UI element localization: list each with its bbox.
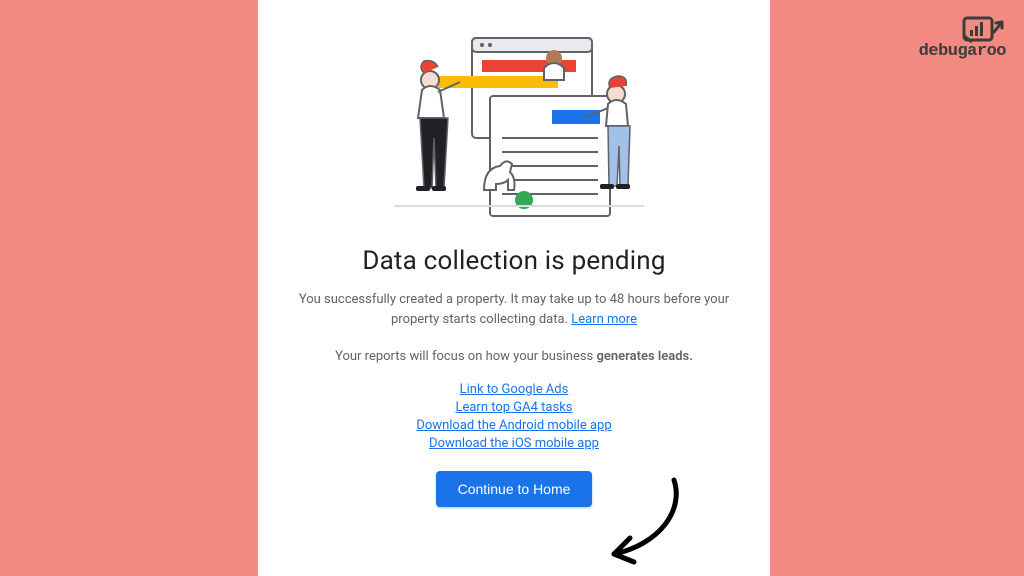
learn-more-link[interactable]: Learn more xyxy=(571,312,637,327)
description-text: You successfully created a property. It … xyxy=(284,290,744,329)
report-focus-bold: generates leads. xyxy=(597,349,693,364)
brand-watermark: debugaroo xyxy=(886,14,1006,66)
continue-to-home-button[interactable]: Continue to Home xyxy=(436,471,593,507)
brand-name: debugaroo xyxy=(919,42,1006,61)
link-ga4-tasks[interactable]: Learn top GA4 tasks xyxy=(455,400,572,415)
link-google-ads[interactable]: Link to Google Ads xyxy=(460,382,569,397)
brand-logo-icon xyxy=(962,14,1006,44)
report-focus-before: Your reports will focus on how your busi… xyxy=(335,349,596,364)
content-panel: Data collection is pending You successfu… xyxy=(258,0,770,576)
link-ios-app[interactable]: Download the iOS mobile app xyxy=(429,436,599,451)
description-body: You successfully created a property. It … xyxy=(299,292,729,327)
illustration-people-documents xyxy=(364,28,664,238)
helpful-links: Link to Google Ads Learn top GA4 tasks D… xyxy=(416,382,611,451)
link-android-app[interactable]: Download the Android mobile app xyxy=(416,418,611,433)
page-title: Data collection is pending xyxy=(362,246,665,276)
report-focus-text: Your reports will focus on how your busi… xyxy=(335,349,693,364)
